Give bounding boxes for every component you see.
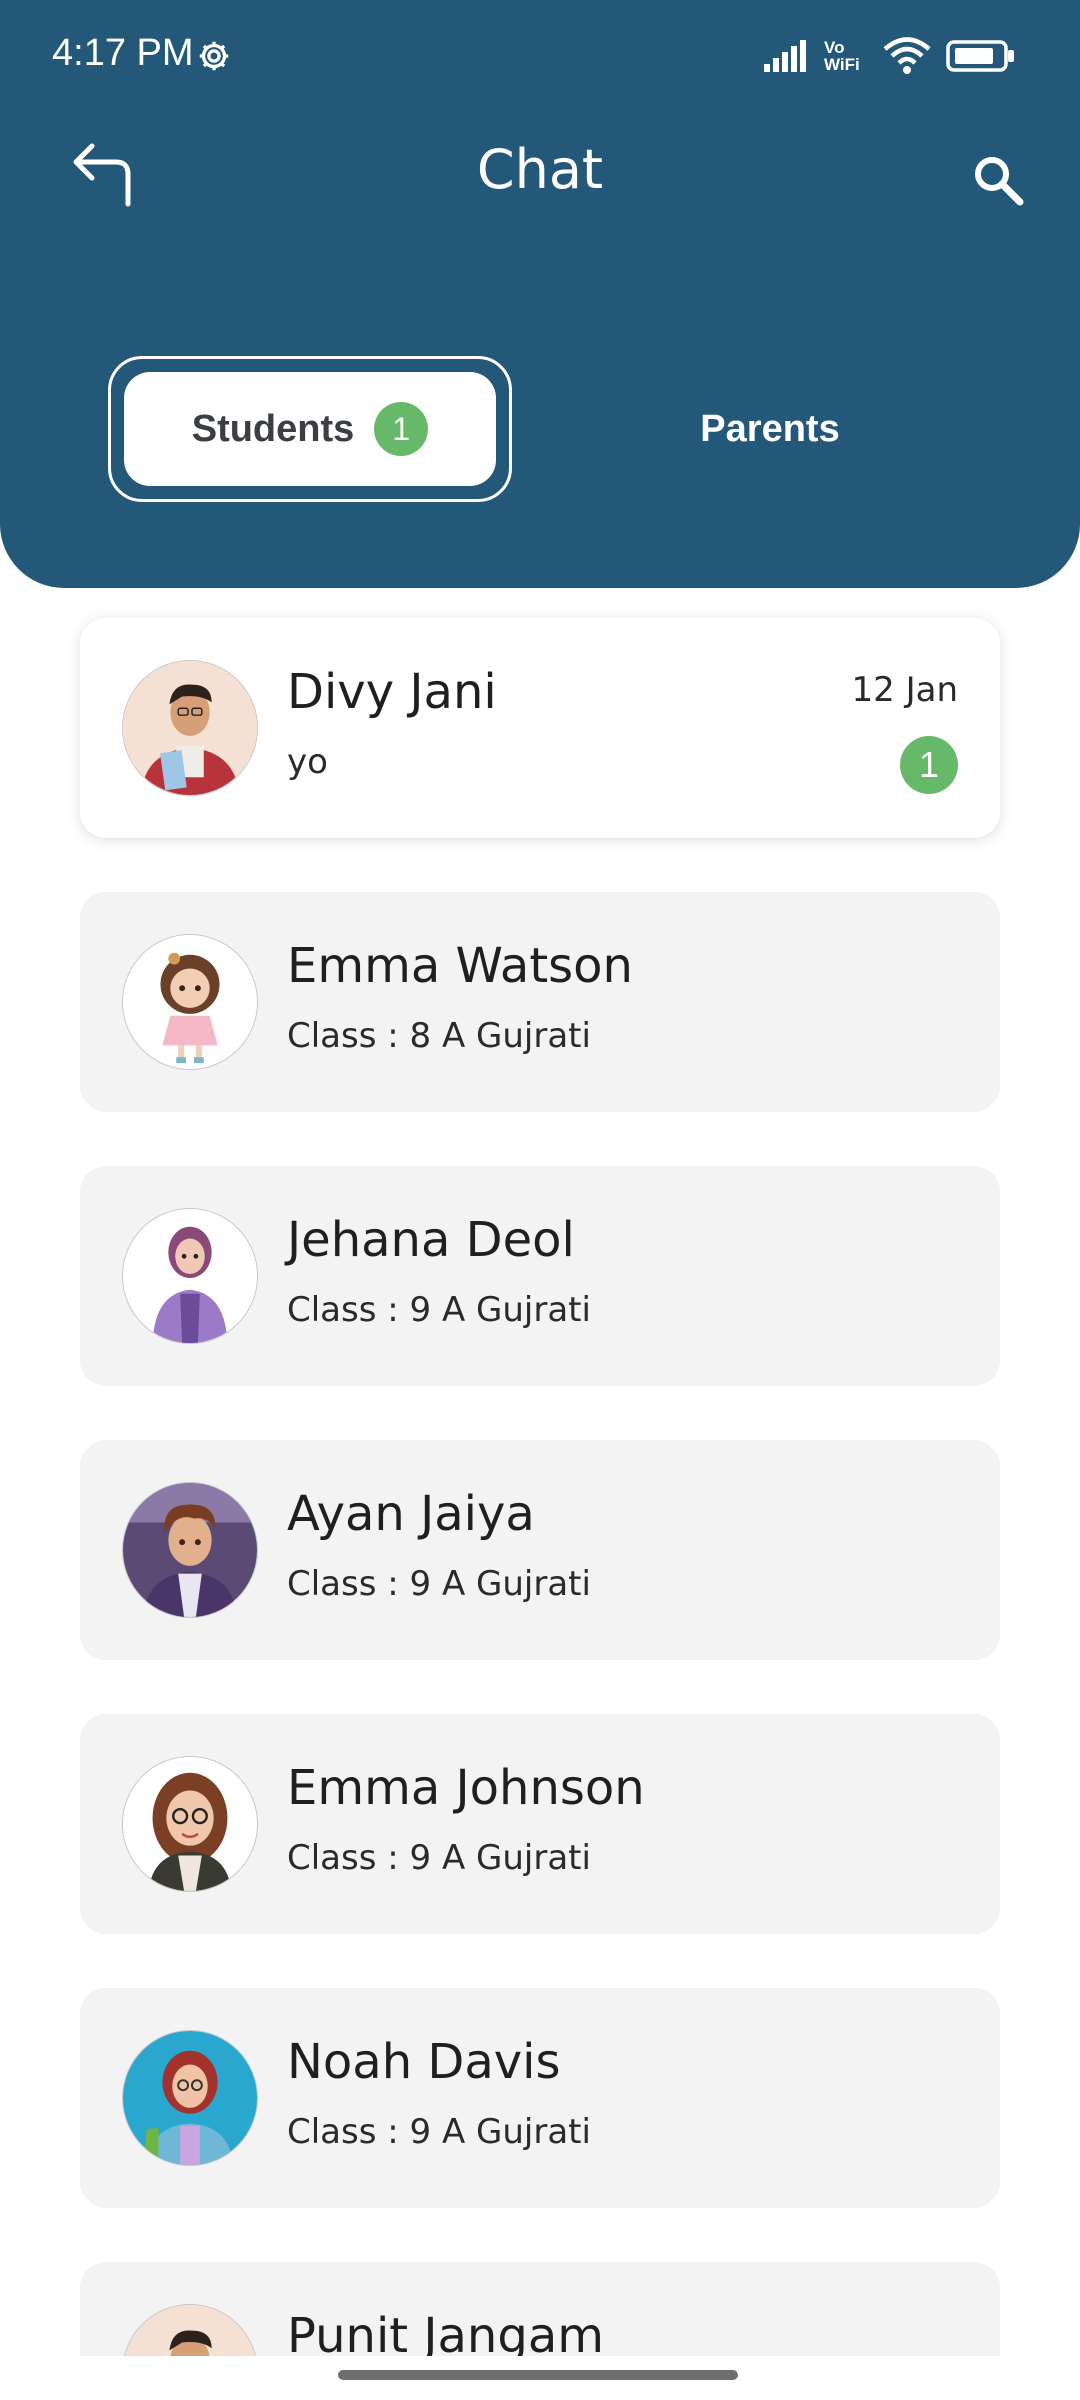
tab-students-label: Students bbox=[191, 407, 355, 450]
chat-item-emma-watson[interactable]: Emma Watson Class : 8 A Gujrati bbox=[80, 892, 1000, 1112]
search-icon bbox=[975, 157, 1024, 206]
avatar bbox=[122, 1756, 258, 1892]
chat-item-divy-jani[interactable]: Divy Jani yo 12 Jan 1 bbox=[80, 618, 1000, 838]
status-icons: Vo WiFi bbox=[762, 34, 1016, 78]
girl-glasses-avatar-icon bbox=[123, 1757, 257, 1891]
last-message: yo bbox=[287, 742, 328, 782]
girl-purple-jacket-avatar-icon bbox=[123, 1209, 257, 1343]
avatar bbox=[122, 2304, 258, 2356]
signal-icon bbox=[764, 40, 806, 72]
tab-parents[interactable]: Parents bbox=[620, 372, 920, 486]
boy-avatar-icon bbox=[123, 2305, 257, 2356]
page-title: Chat bbox=[476, 138, 604, 201]
vowifi-label: Vo WiFi bbox=[824, 38, 860, 74]
class-label: Class : 8 A Gujrati bbox=[287, 1016, 591, 1056]
contact-name: Jehana Deol bbox=[287, 1212, 575, 1268]
class-label: Class : 9 A Gujrati bbox=[287, 1290, 591, 1330]
boy-school-hallway-avatar-icon bbox=[123, 1483, 257, 1617]
contact-name: Emma Johnson bbox=[287, 1760, 645, 1816]
avatar bbox=[122, 660, 258, 796]
contact-name: Divy Jani bbox=[287, 664, 497, 720]
contact-name: Ayan Jaiya bbox=[287, 1486, 535, 1542]
chat-list[interactable]: Divy Jani yo 12 Jan 1 Emma Watson Class … bbox=[0, 600, 1080, 2356]
girl-backpack-avatar-icon bbox=[123, 2031, 257, 2165]
wifi-icon bbox=[883, 37, 931, 74]
chat-item-emma-johnson[interactable]: Emma Johnson Class : 9 A Gujrati bbox=[80, 1714, 1000, 1934]
home-indicator[interactable] bbox=[338, 2370, 738, 2380]
header-panel: 4:17 PM Vo WiFi Chat Students 1 Parents bbox=[0, 0, 1080, 588]
girl-pink-dress-avatar-icon bbox=[123, 935, 257, 1069]
message-date: 12 Jan bbox=[851, 670, 958, 710]
battery-icon bbox=[946, 40, 1014, 72]
unread-count-badge: 1 bbox=[900, 736, 958, 794]
tab-students-badge: 1 bbox=[374, 402, 429, 456]
chat-item-punit-jangam[interactable]: Punit Jangam bbox=[80, 2262, 1000, 2356]
contact-name: Punit Jangam bbox=[287, 2308, 604, 2356]
class-label: Class : 9 A Gujrati bbox=[287, 1838, 591, 1878]
chat-item-ayan-jaiya[interactable]: Ayan Jaiya Class : 9 A Gujrati bbox=[80, 1440, 1000, 1660]
avatar bbox=[122, 1208, 258, 1344]
status-time: 4:17 PM bbox=[52, 32, 194, 74]
status-bar: 4:17 PM Vo WiFi bbox=[0, 0, 1080, 110]
chat-item-jehana-deol[interactable]: Jehana Deol Class : 9 A Gujrati bbox=[80, 1166, 1000, 1386]
avatar bbox=[122, 2030, 258, 2166]
class-label: Class : 9 A Gujrati bbox=[287, 2112, 591, 2152]
settings-gear-icon bbox=[196, 38, 232, 74]
top-app-bar: Chat bbox=[0, 120, 1080, 230]
avatar bbox=[122, 1482, 258, 1618]
avatar bbox=[122, 934, 258, 1070]
chat-item-noah-davis[interactable]: Noah Davis Class : 9 A Gujrati bbox=[80, 1988, 1000, 2208]
tab-students[interactable]: Students 1 bbox=[124, 372, 496, 486]
contact-name: Emma Watson bbox=[287, 938, 633, 994]
contact-name: Noah Davis bbox=[287, 2034, 561, 2090]
boy-holding-books-avatar-icon bbox=[123, 661, 257, 795]
class-label: Class : 9 A Gujrati bbox=[287, 1564, 591, 1604]
search-button[interactable] bbox=[960, 142, 1036, 218]
